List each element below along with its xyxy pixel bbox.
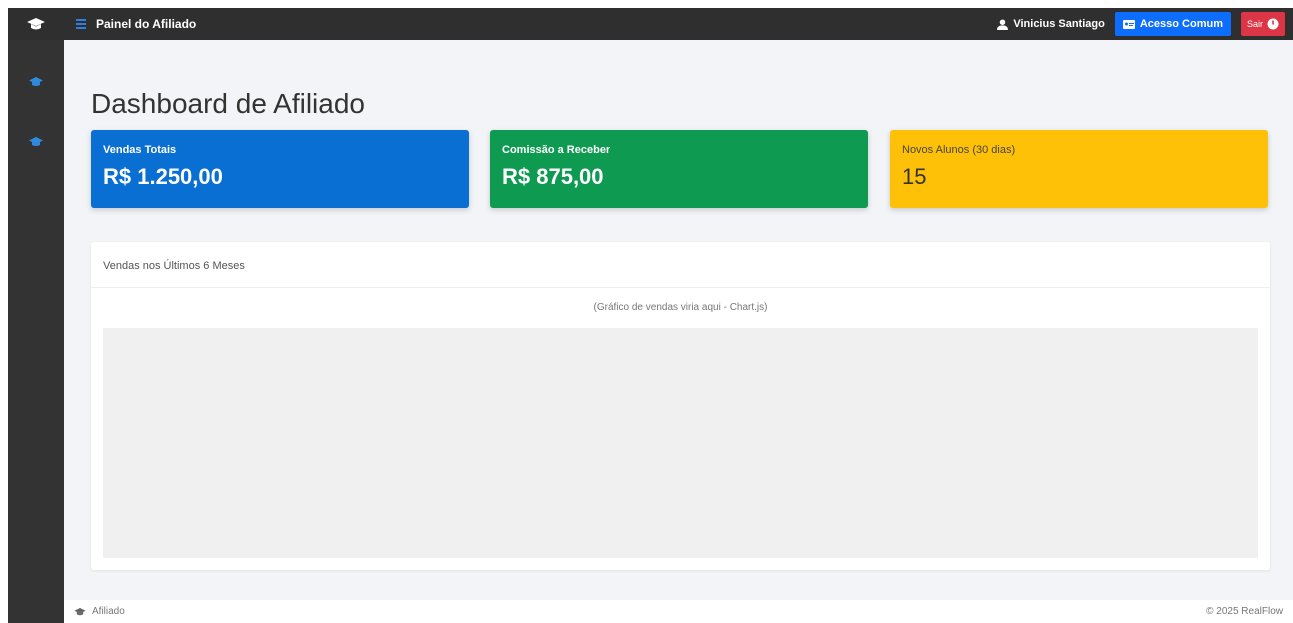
footer: Afiliado © 2025 RealFlow [64,600,1293,623]
chart-placeholder [103,328,1258,558]
stat-card-new-students: Novos Alunos (30 dias) 15 [890,130,1268,208]
chart-caption: (Gráfico de vendas viria aqui - Chart.js… [593,302,768,313]
stat-label: Comissão a Receber [502,144,611,156]
footer-left-text: Afiliado [92,606,125,617]
stat-value: 15 [902,164,927,189]
copyright-text: © 2025 RealFlow [1206,606,1283,617]
power-icon [1267,18,1279,30]
stat-label: Novos Alunos (30 dias) [902,144,1016,156]
footer-brand: Afiliado [74,606,125,617]
stat-card-total-sales: Vendas Totais R$ 1.250,00 [91,130,469,208]
id-card-icon [1122,19,1135,29]
stat-value: R$ 1.250,00 [103,164,223,189]
stat-value: R$ 875,00 [502,164,604,189]
top-right-actions: Vinicius Santiago Acesso Comum Sair [997,12,1293,36]
graduation-cap-icon-graphic [27,18,45,30]
panel-title: Vendas nos Últimos 6 Meses [91,242,1270,288]
sales-chart-panel: Vendas nos Últimos 6 Meses (Gráfico de v… [91,242,1270,570]
app-title: Painel do Afiliado [96,17,197,31]
graduation-cap-icon [29,137,43,146]
stat-label: Vendas Totais [103,144,177,156]
app-frame: Painel do Afiliado Vinicius Santiago Ace… [8,8,1293,623]
sidebar-item-courses[interactable] [26,135,46,149]
graduation-cap-icon[interactable] [8,8,64,40]
user-name: Vinicius Santiago [1013,18,1105,30]
top-navbar: Painel do Afiliado Vinicius Santiago Ace… [8,8,1293,40]
user-menu[interactable]: Vinicius Santiago [997,18,1105,30]
exit-button[interactable]: Sair [1240,12,1285,36]
menu-toggle-icon[interactable] [76,19,86,29]
sidebar-item-dashboard[interactable] [26,75,46,89]
main-content: Dashboard de Afiliado Vendas Totais R$ 1… [64,40,1293,600]
graduation-cap-icon [29,77,43,86]
user-icon [997,18,1009,30]
exit-label: Sair [1246,19,1263,29]
graduation-cap-icon [74,607,86,615]
panel-body: (Gráfico de vendas viria aqui - Chart.js… [91,288,1270,570]
access-mode-label: Acesso Comum [1139,18,1223,30]
page-title: Dashboard de Afiliado [91,88,365,119]
access-mode-button[interactable]: Acesso Comum [1114,12,1231,36]
stat-card-commission: Comissão a Receber R$ 875,00 [490,130,868,208]
sidebar [8,40,64,623]
